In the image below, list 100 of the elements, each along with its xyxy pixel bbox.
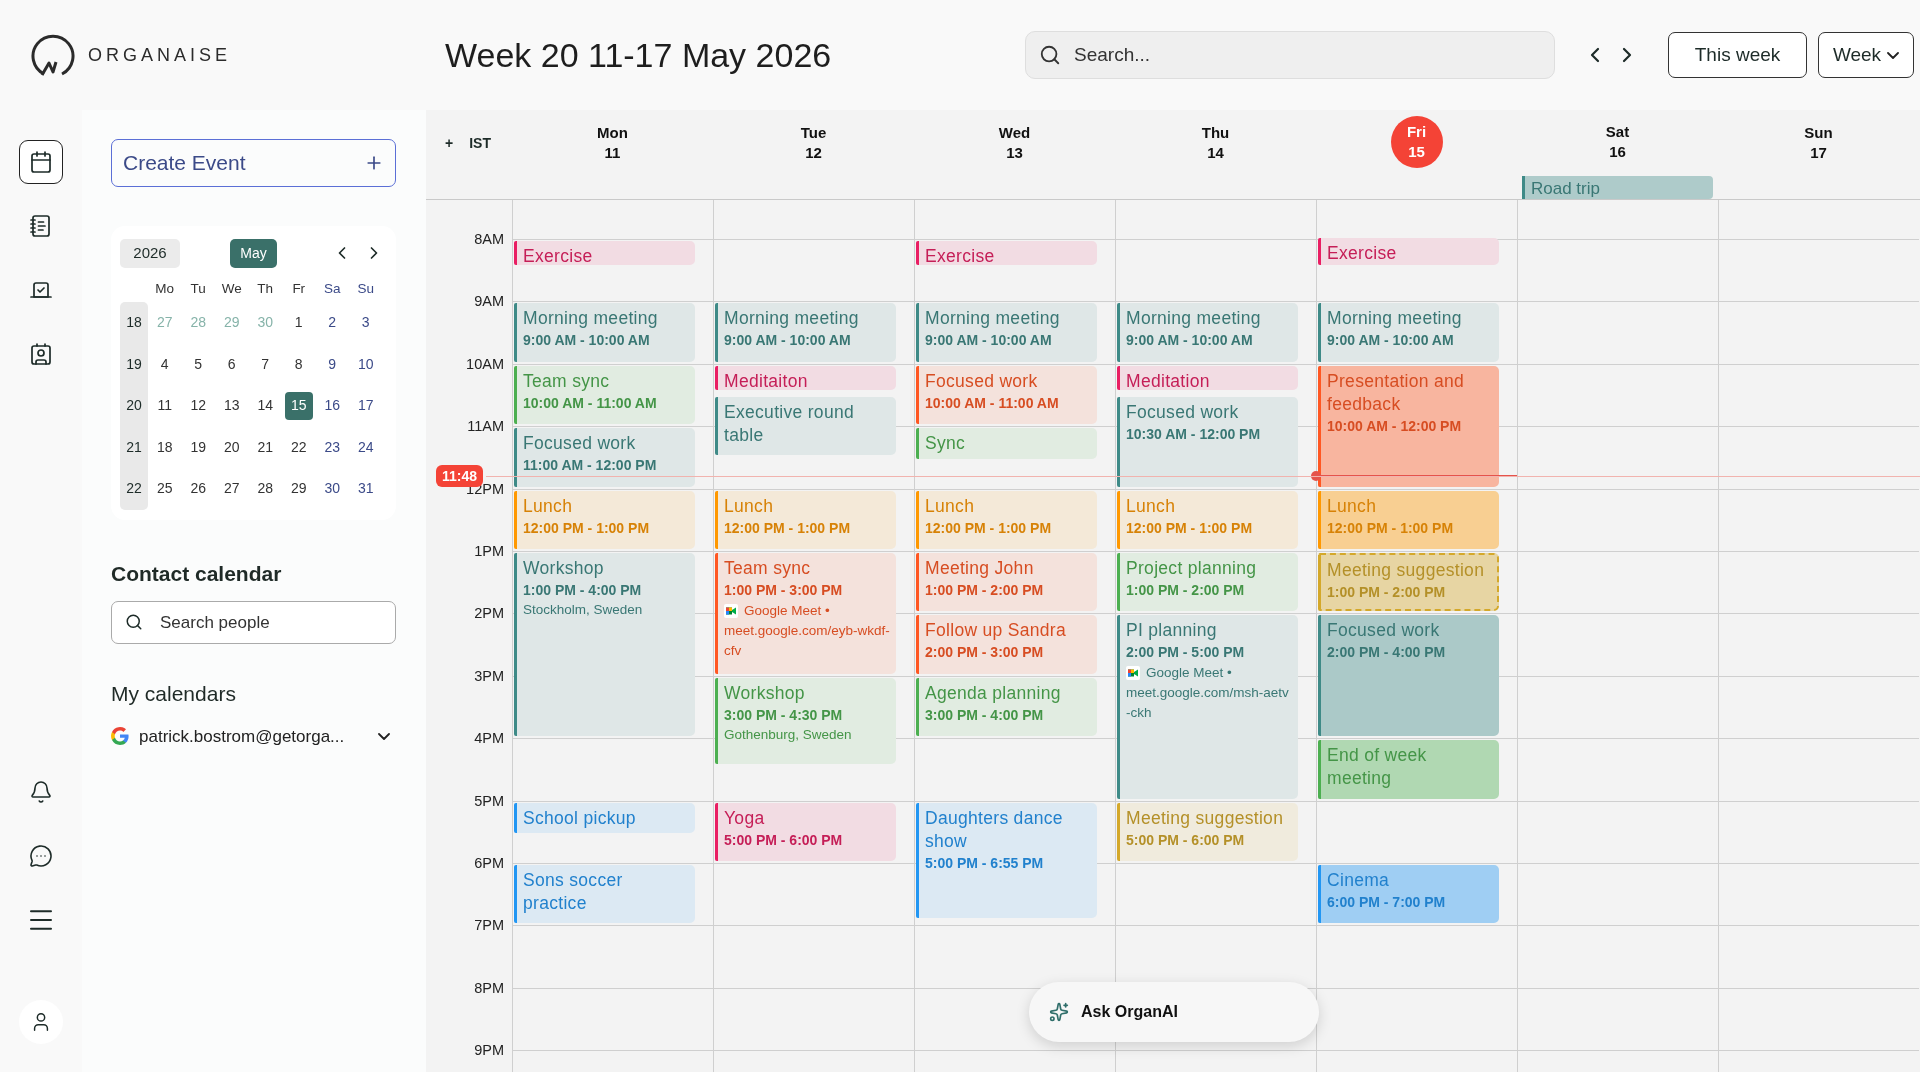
event-card[interactable]: Sons soccer practice <box>514 865 695 924</box>
event-card[interactable]: Exercise <box>1318 237 1499 266</box>
create-event-button[interactable]: Create Event <box>111 139 396 187</box>
all-day-event[interactable]: Road trip <box>1522 176 1713 199</box>
view-dropdown[interactable]: Week <box>1818 32 1914 78</box>
event-card[interactable]: Focused work 11:00 AM - 12:00 PM <box>514 428 695 487</box>
calendar-day[interactable]: 10 <box>351 350 380 379</box>
calendar-day[interactable]: 11 <box>150 391 179 420</box>
weekday-label: Th <box>256 279 275 298</box>
day-header[interactable]: Wed 13 <box>998 122 1031 164</box>
event-card[interactable]: Exercise <box>916 241 1097 266</box>
calendar-day[interactable]: 26 <box>184 474 213 503</box>
day-date: 15 <box>1408 142 1425 162</box>
calendar-day[interactable]: 13 <box>217 391 246 420</box>
event-card[interactable]: Focused work 10:00 AM - 11:00 AM <box>916 365 1097 425</box>
event-card[interactable]: Agenda planning 3:00 PM - 4:00 PM <box>916 677 1097 737</box>
event-card[interactable]: Focused work 10:30 AM - 12:00 PM <box>1117 397 1298 487</box>
calendar-day[interactable]: 4 <box>150 350 179 379</box>
calendar-day[interactable]: 3 <box>351 308 380 337</box>
search-people-field[interactable]: Search people <box>111 601 396 644</box>
calendar-day[interactable]: 2 <box>318 308 347 337</box>
calendar-day[interactable]: 12 <box>184 391 213 420</box>
event-card[interactable]: Morning meeting 9:00 AM - 10:00 AM <box>514 303 695 362</box>
event-card[interactable]: Sync <box>916 428 1097 459</box>
event-time: 9:00 AM - 10:00 AM <box>1327 331 1455 351</box>
day-header[interactable]: Mon 11 <box>597 122 628 164</box>
calendar-day[interactable]: 23 <box>318 433 347 462</box>
meet-link[interactable]: meet.google.com/eyb-wkdf-cfv <box>724 621 890 661</box>
event-card[interactable]: End of week meeting <box>1318 740 1499 799</box>
calendar-day[interactable]: 28 <box>251 474 280 503</box>
calendar-day[interactable]: 28 <box>184 308 213 337</box>
calendar-day[interactable]: 30 <box>251 308 280 337</box>
calendar-day[interactable]: 25 <box>150 474 179 503</box>
event-card[interactable]: Presentation and feedback 10:00 AM - 12:00 PM <box>1318 365 1499 487</box>
calendar-day[interactable]: 29 <box>284 474 313 503</box>
event-card[interactable]: Lunch 12:00 PM - 1:00 PM <box>1117 490 1298 549</box>
day-header[interactable]: Sat 16 <box>1605 122 1630 162</box>
assistant-button[interactable]: Ask OrganAI <box>1029 982 1319 1042</box>
calendar-day[interactable]: 24 <box>351 433 380 462</box>
calendar-day[interactable]: 15 <box>284 391 313 420</box>
event-card[interactable]: Lunch 12:00 PM - 1:00 PM <box>715 490 896 549</box>
calendar-day[interactable]: 8 <box>284 350 313 379</box>
calendar-day[interactable]: 19 <box>184 433 213 462</box>
event-card[interactable]: Daughters dance show 5:00 PM - 6:55 PM <box>916 802 1097 919</box>
event-card[interactable]: Morning meeting 9:00 AM - 10:00 AM <box>1318 303 1499 362</box>
calendar-day[interactable]: 31 <box>351 474 380 503</box>
event-card[interactable]: Exercise <box>514 241 695 266</box>
event-card[interactable]: Meditaiton <box>715 365 896 390</box>
event-card[interactable]: Team sync 10:00 AM - 11:00 AM <box>514 365 695 425</box>
calendar-day[interactable]: 22 <box>284 433 313 462</box>
event-card[interactable]: Lunch 12:00 PM - 1:00 PM <box>916 490 1097 549</box>
calendar-day[interactable]: 29 <box>217 308 246 337</box>
this-week-button[interactable]: This week <box>1668 32 1807 78</box>
calendar-day[interactable]: 18 <box>150 433 179 462</box>
calendar-day[interactable]: 7 <box>251 350 280 379</box>
event-title: Exercise <box>1327 241 1398 265</box>
calendar-day[interactable]: 16 <box>318 391 347 420</box>
calendar-day[interactable]: 5 <box>184 350 213 379</box>
day-header[interactable]: Tue 12 <box>800 122 827 164</box>
calendar-day[interactable]: 21 <box>251 433 280 462</box>
calendar-day[interactable]: 20 <box>217 433 246 462</box>
year-chip[interactable]: 2026 <box>120 238 180 268</box>
calendar-day[interactable]: 30 <box>318 474 347 503</box>
day-header[interactable]: Thu 14 <box>1201 122 1230 164</box>
event-card[interactable]: Morning meeting 9:00 AM - 10:00 AM <box>916 303 1097 362</box>
event-card[interactable]: Focused work 2:00 PM - 4:00 PM <box>1318 615 1499 737</box>
event-card[interactable]: School pickup <box>514 802 695 833</box>
add-timezone-button[interactable]: + <box>445 133 454 154</box>
month-chip[interactable]: May <box>230 238 277 268</box>
event-card[interactable]: Executive round table <box>715 397 896 456</box>
calendar-day[interactable]: 9 <box>318 350 347 379</box>
day-header[interactable]: Sun 17 <box>1804 122 1833 164</box>
event-title: Meditation <box>1126 369 1211 390</box>
calendar-day[interactable]: 6 <box>217 350 246 379</box>
day-date: 12 <box>805 143 822 163</box>
event-card[interactable]: Project planning 1:00 PM - 2:00 PM <box>1117 553 1298 612</box>
calendar-day[interactable]: 27 <box>217 474 246 503</box>
calendar-day[interactable]: 1 <box>284 308 313 337</box>
meet-link[interactable]: meet.google.com/msh-aetv-ckh <box>1126 683 1292 724</box>
event-card[interactable]: Yoga 5:00 PM - 6:00 PM <box>715 802 896 861</box>
calendar-day[interactable]: 14 <box>251 391 280 420</box>
event-card[interactable]: Team sync 1:00 PM - 3:00 PM Google Meet • meet.google.com/eyb-wkdf-cfv <box>715 553 896 674</box>
event-card[interactable]: Follow up Sandra 2:00 PM - 3:00 PM <box>916 615 1097 674</box>
event-card[interactable]: Workshop 3:00 PM - 4:30 PM Gothenburg, Sweden <box>715 677 896 765</box>
event-card[interactable]: PI planning 2:00 PM - 5:00 PM Google Meet • meet.google.com/msh-aetv-ckh <box>1117 615 1298 799</box>
event-card[interactable]: Lunch 12:00 PM - 1:00 PM <box>514 490 695 549</box>
calendar-day[interactable]: 17 <box>351 391 380 420</box>
event-card[interactable]: Meeting John 1:00 PM - 2:00 PM <box>916 553 1097 612</box>
search-field[interactable]: Search... <box>1025 31 1555 79</box>
calendar-day[interactable]: 27 <box>150 308 179 337</box>
event-card[interactable]: Cinema 6:00 PM - 7:00 PM <box>1318 865 1499 924</box>
event-card[interactable]: Meeting suggestion 5:00 PM - 6:00 PM <box>1117 802 1298 861</box>
profile-button[interactable] <box>19 1000 63 1044</box>
day-header[interactable]: Fri 15 <box>1390 116 1443 168</box>
event-time: 12:00 PM - 1:00 PM <box>925 518 1053 538</box>
event-card[interactable]: Morning meeting 9:00 AM - 10:00 AM <box>715 303 896 362</box>
event-card[interactable]: Meditation <box>1117 365 1298 390</box>
nav-item[interactable] <box>19 140 63 184</box>
event-card[interactable]: Workshop 1:00 PM - 4:00 PM Stockholm, Sweden <box>514 553 695 737</box>
event-card[interactable]: Morning meeting 9:00 AM - 10:00 AM <box>1117 303 1298 362</box>
